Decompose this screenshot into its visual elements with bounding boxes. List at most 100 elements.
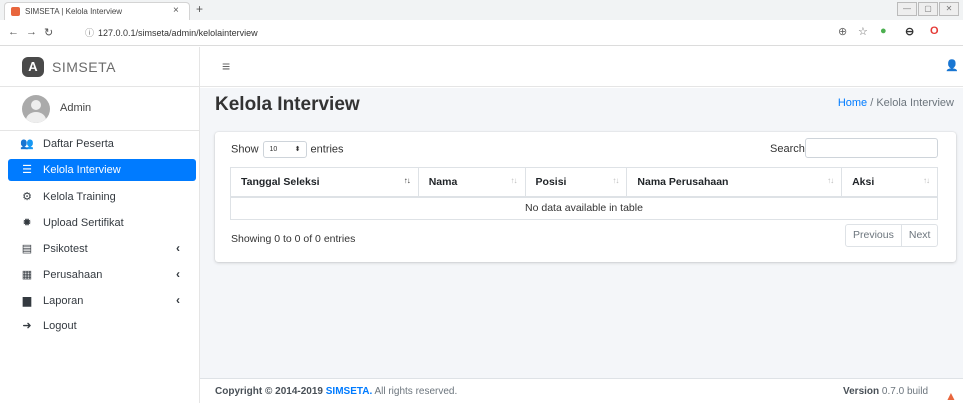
new-tab-button[interactable]: + [196,2,203,16]
sidebar-item-upload-sertifikat[interactable]: ✹ Upload Sertifikat [8,212,196,234]
info-icon[interactable]: ⓘ [85,28,94,38]
sidebar: A SIMSETA Admin 👥 Daftar Peserta ☰ Kelol… [0,47,200,403]
users-icon: 👥 [20,138,34,150]
bookmark-star-icon[interactable]: ☆ [858,25,868,38]
brand[interactable]: A SIMSETA [0,47,200,87]
sort-icon: ↑↓ [612,176,619,185]
previous-button[interactable]: Previous [846,225,902,246]
chevron-left-icon: ‹ [176,267,180,281]
close-window-button[interactable]: ✕ [939,2,959,16]
browser-tabbar: SIMSETA | Kelola Interview × + — ▢ ✕ [0,0,963,20]
favicon-icon [11,7,20,16]
certificate-icon: ✹ [22,217,32,229]
table-info: Showing 0 to 0 of 0 entries [231,233,356,245]
file-icon: ▆ [22,295,32,307]
browser-tab[interactable]: SIMSETA | Kelola Interview × [4,2,190,20]
sidebar-item-label: Laporan [43,295,84,307]
footer: Copyright © 2014-2019 SIMSETA. All right… [200,378,963,403]
breadcrumb-separator: / [867,97,877,109]
empty-table-message: No data available in table [230,196,938,220]
sidebar-item-kelola-training[interactable]: ⚙ Kelola Training [8,186,196,208]
content-area: Kelola Interview Home / Kelola Interview… [200,88,963,378]
column-header-nama[interactable]: Nama ↑↓ [417,167,526,198]
sign-out-icon: ➜ [22,320,32,332]
column-header-nama-perusahaan[interactable]: Nama Perusahaan ↑↓ [626,167,843,198]
table-row: No data available in table [230,196,938,220]
table-icon: ▤ [21,243,33,255]
entries-select[interactable]: 10 ⬍ [262,141,307,158]
breadcrumb-current: Kelola Interview [876,97,954,109]
version-label: Version [843,386,880,397]
sidebar-item-label: Logout [43,320,77,332]
tab-title: SIMSETA | Kelola Interview [25,7,123,16]
copyright-prefix: Copyright © 2014-2019 [215,386,326,397]
search-label: Search: [770,143,808,155]
interview-table: Tanggal Seleksi ↑↓ Nama ↑↓ Posisi ↑↓ Nama P… [230,167,938,220]
chevron-left-icon: ‹ [176,293,180,307]
column-header-tanggal-seleksi[interactable]: Tanggal Seleksi ↑↓ [230,167,419,198]
top-navbar: ≡ 👤 [200,47,963,87]
back-icon[interactable]: ← [8,26,19,38]
column-header-label: Aksi [852,175,875,188]
sidebar-item-label: Upload Sertifikat [43,217,124,229]
forward-icon[interactable]: → [26,26,37,38]
profile-icon[interactable]: ⊖ [905,25,914,38]
show-label: Show [231,143,259,156]
address-bar: ← → ↻ ⓘ 127.0.0.1/simseta/admin/kelolaint… [0,20,963,46]
footer-brand-link[interactable]: SIMSETA. [326,386,372,397]
column-header-posisi[interactable]: Posisi ↑↓ [524,167,628,198]
sidebar-item-psikotest[interactable]: ▤ Psikotest ‹ [8,238,196,260]
user-name[interactable]: Admin [60,102,91,114]
flame-icon: ▲ [945,389,957,403]
opera-icon[interactable]: O [930,25,939,37]
breadcrumb-home-link[interactable]: Home [838,97,867,109]
sort-icon: ↑↓ [510,176,518,185]
next-button[interactable]: Next [902,225,938,246]
brand-logo-icon: A [22,57,44,77]
column-header-label: Nama Perusahaan [637,175,729,188]
sort-icon: ↑↓ [923,176,930,185]
url-text: 127.0.0.1/simseta/admin/kelolainterview [98,28,258,38]
column-header-aksi[interactable]: Aksi ↑↓ [841,167,938,198]
copyright-rights: All rights reserved. [372,386,458,397]
sidebar-item-label: Kelola Interview [43,164,121,176]
column-header-label: Nama [428,175,458,188]
list-icon: ☰ [22,164,32,176]
sidebar-item-label: Psikotest [43,243,88,255]
sidebar-item-laporan[interactable]: ▆ Laporan ‹ [8,290,196,312]
user-menu-icon[interactable]: 👤 [945,59,959,72]
column-header-label: Tanggal Seleksi [241,175,320,188]
version-value: 0.7.0 build [879,386,929,397]
building-icon: ▦ [21,269,33,281]
footer-copyright: Copyright © 2014-2019 SIMSETA. All right… [215,386,457,397]
page-title: Kelola Interview [215,94,360,115]
breadcrumb: Home / Kelola Interview [838,97,954,109]
column-header-label: Posisi [535,175,567,188]
sort-icon: ↑↓ [827,176,834,185]
url-field[interactable]: ⓘ 127.0.0.1/simseta/admin/kelolainterview [85,26,258,39]
sidebar-item-label: Daftar Peserta [43,138,114,150]
minimize-button[interactable]: — [897,2,917,16]
select-arrows-icon: ⬍ [294,146,301,153]
sidebar-item-daftar-peserta[interactable]: 👥 Daftar Peserta [8,133,196,155]
sort-asc-icon: ↑↓ [403,176,411,185]
hamburger-menu-icon[interactable]: ≡ [222,58,230,74]
cogs-icon: ⚙ [22,191,32,203]
tab-close-button[interactable]: × [173,5,179,16]
entries-select-value: 10 [269,146,278,153]
sidebar-item-perusahaan[interactable]: ▦ Perusahaan ‹ [8,264,196,286]
search-input[interactable] [805,138,938,158]
maximize-button[interactable]: ▢ [918,2,938,16]
entries-label: entries [310,143,344,156]
avatar [22,95,50,123]
user-panel[interactable]: Admin [0,87,200,131]
chevron-left-icon: ‹ [176,241,180,255]
brand-name: SIMSETA [52,59,116,75]
table-header-row: Tanggal Seleksi ↑↓ Nama ↑↓ Posisi ↑↓ Nama P… [230,167,938,198]
sidebar-item-logout[interactable]: ➜ Logout [8,315,196,337]
zoom-icon[interactable]: ⊕ [838,25,847,38]
extension-icon[interactable]: ● [880,25,887,37]
reload-icon[interactable]: ↻ [44,26,53,39]
footer-version: Version 0.7.0 build [843,386,928,397]
sidebar-item-kelola-interview[interactable]: ☰ Kelola Interview [8,159,196,181]
